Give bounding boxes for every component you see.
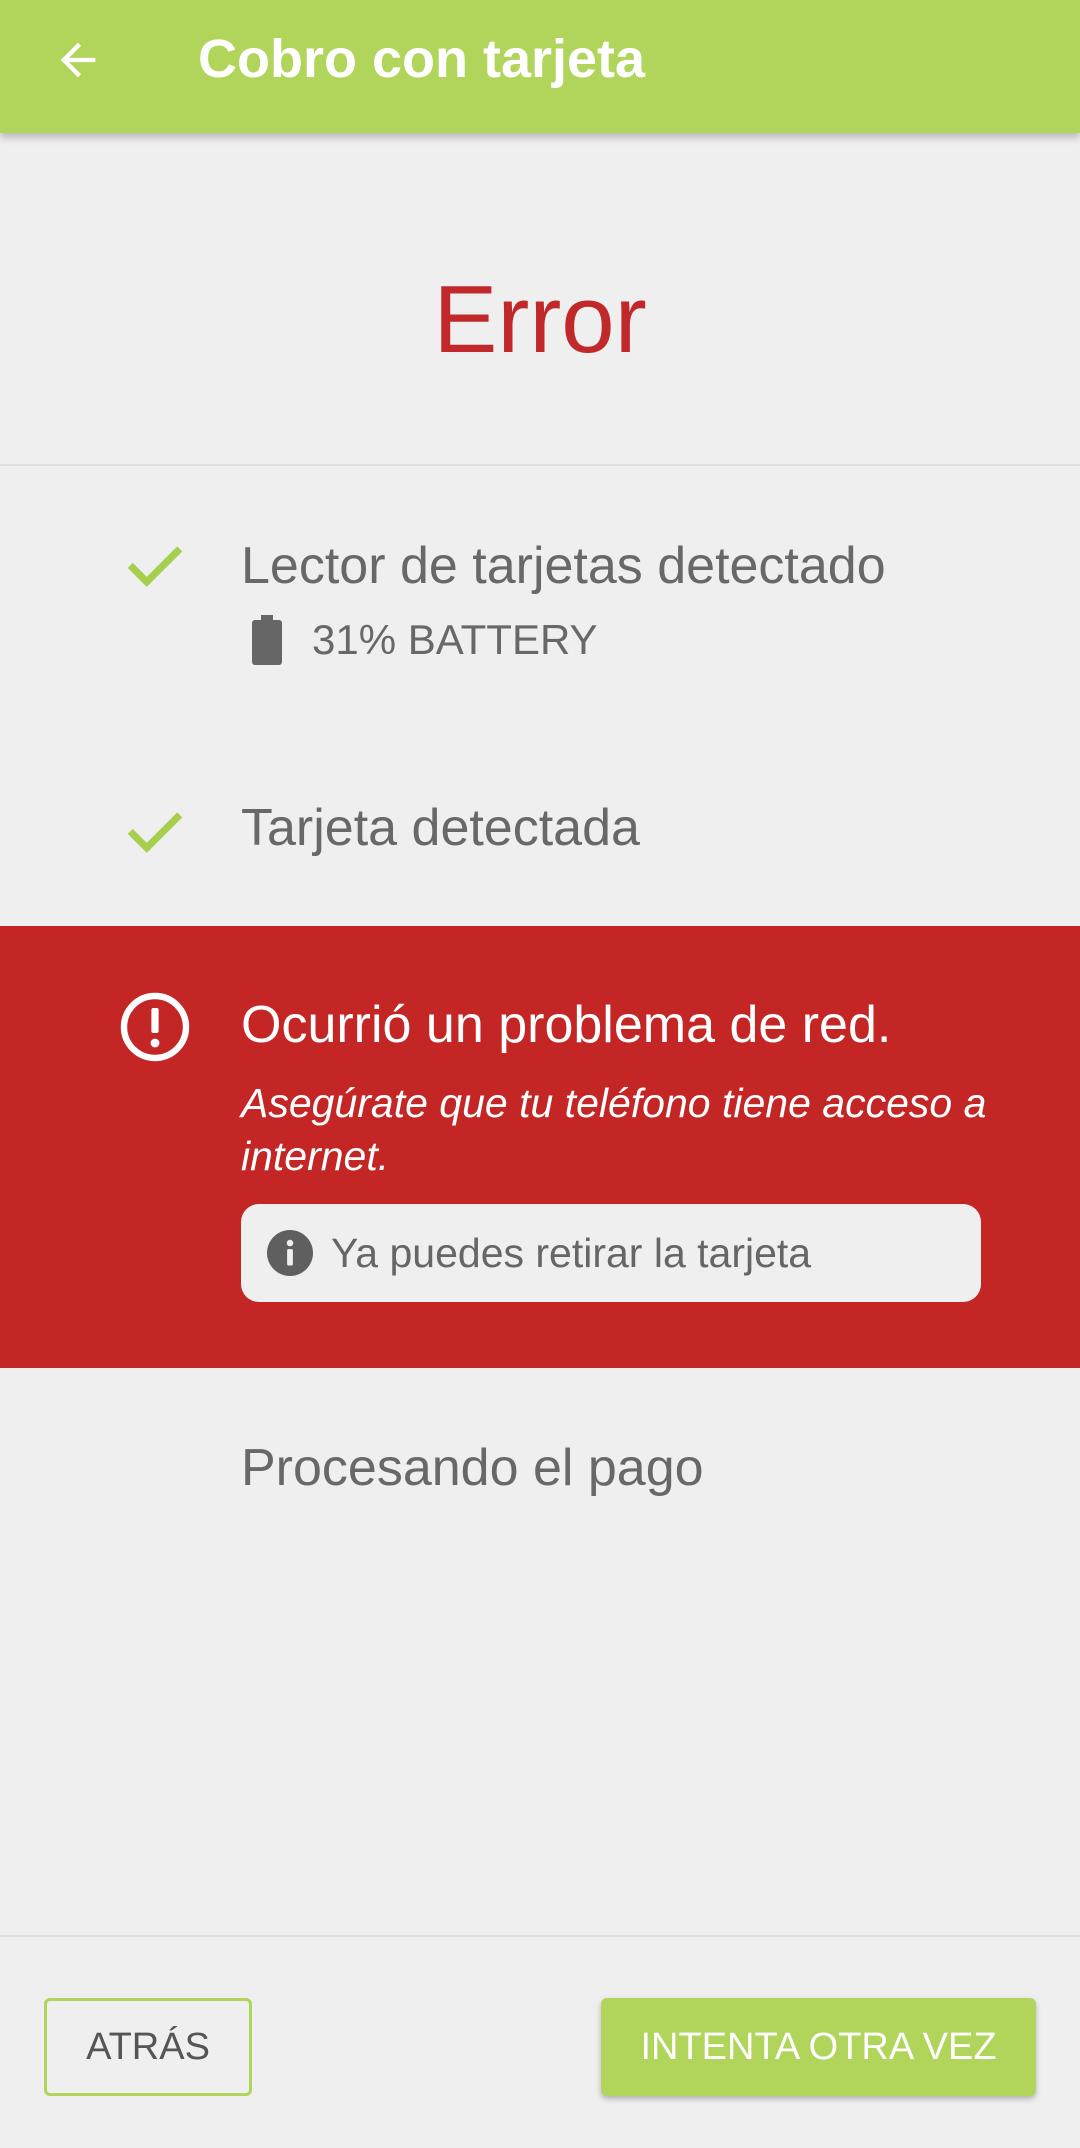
status-title: Error <box>433 266 647 373</box>
error-description: Asegúrate que tu teléfono tiene acceso a… <box>241 1080 987 1179</box>
notice-box: Ya puedes retirar la tarjeta <box>241 1204 981 1302</box>
check-icon <box>127 812 183 853</box>
step-card-reader-label: Lector de tarjetas detectado <box>241 537 886 595</box>
step-card-detected-label: Tarjeta detectada <box>241 799 640 857</box>
check-icon <box>127 546 183 587</box>
battery-text: 31% BATTERY <box>312 616 598 663</box>
info-icon <box>267 1230 313 1276</box>
step-processing-label: Procesando el pago <box>241 1439 704 1497</box>
battery-status: 31% BATTERY <box>252 612 598 668</box>
divider <box>0 1935 1080 1937</box>
alert-circle-icon <box>120 992 190 1062</box>
battery-icon <box>252 615 282 665</box>
notice-text: Ya puedes retirar la tarjeta <box>331 1229 812 1276</box>
retry-button[interactable]: INTENTA OTRA VEZ <box>601 1998 1036 2096</box>
arrow-back-icon <box>60 42 96 78</box>
back-footer-button[interactable]: ATRÁS <box>44 1998 252 2096</box>
back-button[interactable] <box>40 22 116 98</box>
app-bar: Cobro con tarjeta <box>0 0 1080 133</box>
error-title: Ocurrió un problema de red. <box>241 996 892 1054</box>
page-title: Cobro con tarjeta <box>198 29 646 89</box>
divider <box>0 464 1080 466</box>
